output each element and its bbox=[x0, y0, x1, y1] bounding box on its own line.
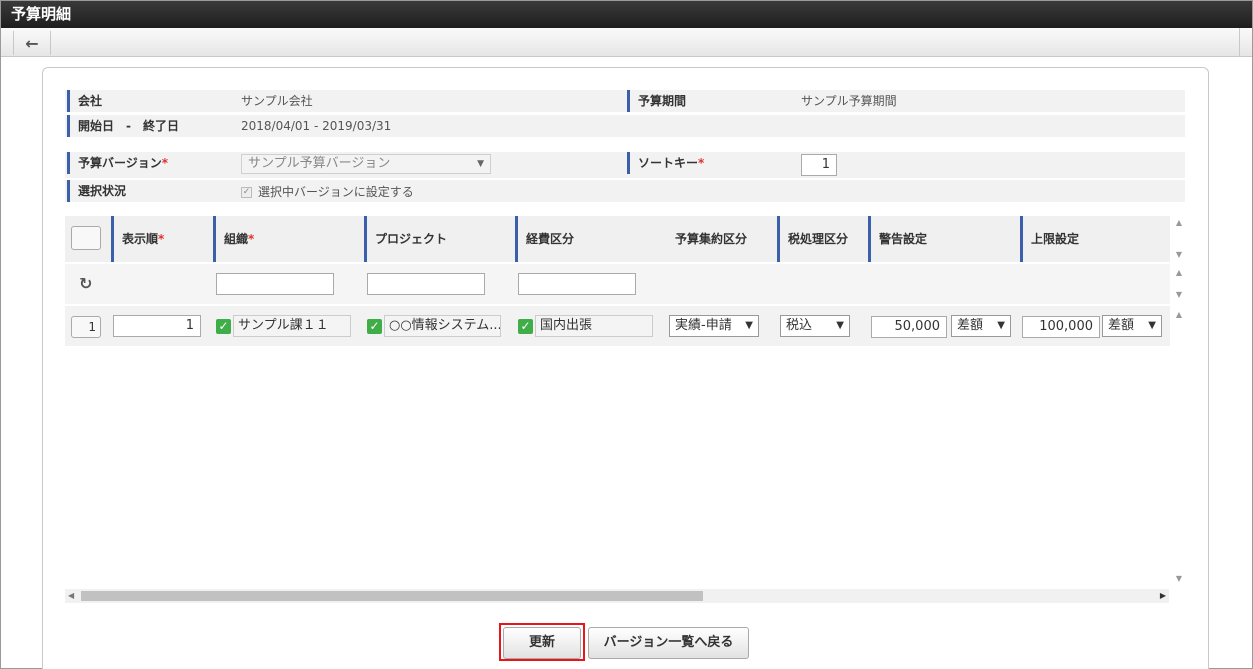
scroll-up-icon[interactable]: ▲ bbox=[1173, 218, 1185, 227]
info-row-dates bbox=[65, 115, 1185, 137]
warning-type-select[interactable]: 差額 ▼ bbox=[951, 315, 1011, 337]
update-button[interactable]: 更新 bbox=[503, 627, 581, 659]
col-limit: 上限設定 bbox=[1020, 216, 1168, 262]
checkbox-checked-icon[interactable]: ✓ bbox=[518, 319, 533, 334]
dates-label: 開始日 - 終了日 bbox=[67, 115, 233, 137]
filter-project-input[interactable] bbox=[367, 273, 485, 295]
info-row-status bbox=[65, 180, 1185, 202]
scroll-down-icon[interactable]: ▼ bbox=[1173, 250, 1185, 259]
grid-header: 表示順* 組織* プロジェクト 経費区分 予算集約区分 税処理区分 警告設定 上… bbox=[65, 216, 1170, 262]
col-expense-category: 経費区分 bbox=[515, 216, 663, 262]
company-label: 会社 bbox=[67, 90, 233, 112]
chevron-down-icon: ▼ bbox=[997, 320, 1005, 331]
display-order-input[interactable]: 1 bbox=[113, 315, 201, 337]
filter-row: ↻ bbox=[65, 264, 1170, 304]
chevron-down-icon: ▼ bbox=[477, 159, 484, 169]
organization-cell[interactable]: サンプル課１１ bbox=[233, 315, 351, 337]
limit-amount-input[interactable]: 100,000 bbox=[1022, 316, 1100, 338]
set-selected-version-checkbox[interactable]: ✓ 選択中バージョンに設定する bbox=[241, 184, 414, 200]
horizontal-scrollbar[interactable]: ◀ ▶ bbox=[65, 589, 1169, 603]
scroll-down-icon[interactable]: ▼ bbox=[1173, 574, 1185, 583]
expense-category-cell[interactable]: 国内出張 bbox=[535, 315, 653, 337]
back-to-version-list-button[interactable]: バージョン一覧へ戻る bbox=[588, 627, 749, 659]
dates-value: 2018/04/01 - 2019/03/31 bbox=[241, 119, 392, 133]
col-project: プロジェクト bbox=[364, 216, 512, 262]
scrollbar-thumb[interactable] bbox=[81, 591, 703, 601]
col-warning: 警告設定 bbox=[868, 216, 1016, 262]
back-button[interactable]: ← bbox=[13, 31, 51, 55]
checkbox-checked-icon[interactable]: ✓ bbox=[367, 319, 382, 334]
scroll-left-icon[interactable]: ◀ bbox=[68, 589, 74, 603]
chevron-down-icon: ▼ bbox=[836, 320, 844, 331]
row-number[interactable]: 1 bbox=[71, 316, 101, 338]
project-cell[interactable]: ○○情報システム... bbox=[384, 315, 501, 337]
toolbar-divider bbox=[1239, 28, 1240, 57]
info-row-version bbox=[65, 152, 1185, 178]
period-label: 予算期間 bbox=[627, 90, 793, 112]
limit-type-select[interactable]: 差額 ▼ bbox=[1102, 315, 1162, 337]
scroll-up-icon[interactable]: ▲ bbox=[1173, 268, 1185, 277]
arrow-left-icon: ← bbox=[25, 33, 39, 53]
chevron-down-icon: ▼ bbox=[745, 320, 753, 331]
filter-expense-category-input[interactable] bbox=[518, 273, 636, 295]
company-value: サンプル会社 bbox=[241, 94, 313, 108]
col-display-order: 表示順* bbox=[111, 216, 207, 262]
main-panel: 会社 サンプル会社 予算期間 サンプル予算期間 開始日 - 終了日 2018/0… bbox=[42, 67, 1209, 669]
col-tax: 税処理区分 bbox=[777, 216, 865, 262]
tax-select[interactable]: 税込 ▼ bbox=[780, 315, 850, 337]
budget-grid: 表示順* 組織* プロジェクト 経費区分 予算集約区分 税処理区分 警告設定 上… bbox=[65, 216, 1182, 606]
status-label: 選択状況 bbox=[67, 180, 233, 202]
checkbox-checked-icon[interactable]: ✓ bbox=[216, 319, 231, 334]
version-select[interactable]: サンプル予算バージョン ▼ bbox=[241, 154, 491, 174]
warning-amount-input[interactable]: 50,000 bbox=[871, 316, 947, 338]
col-aggregation: 予算集約区分 bbox=[675, 232, 748, 246]
table-row: 1 1 ✓ サンプル課１１ ✓ ○○情報システム... ✓ 国内出張 実績-申請… bbox=[65, 306, 1170, 346]
period-value: サンプル予算期間 bbox=[801, 94, 897, 108]
refresh-icon[interactable]: ↻ bbox=[79, 274, 93, 293]
scroll-down-icon[interactable]: ▼ bbox=[1173, 290, 1185, 299]
filter-organization-input[interactable] bbox=[216, 273, 334, 295]
aggregation-select[interactable]: 実績-申請 ▼ bbox=[669, 315, 759, 337]
scroll-right-icon[interactable]: ▶ bbox=[1160, 589, 1166, 603]
sortkey-label: ソートキー* bbox=[627, 152, 793, 174]
version-label: 予算バージョン* bbox=[67, 152, 233, 174]
chevron-down-icon: ▼ bbox=[1148, 320, 1156, 331]
col-organization: 組織* bbox=[213, 216, 361, 262]
page-title: 予算明細 bbox=[1, 1, 1252, 28]
toolbar: ← bbox=[1, 28, 1252, 57]
sortkey-input[interactable]: 1 bbox=[801, 154, 837, 176]
checkbox-checked-icon: ✓ bbox=[241, 187, 252, 198]
scroll-up-icon[interactable]: ▲ bbox=[1173, 310, 1185, 319]
select-all-checkbox[interactable] bbox=[71, 226, 101, 250]
